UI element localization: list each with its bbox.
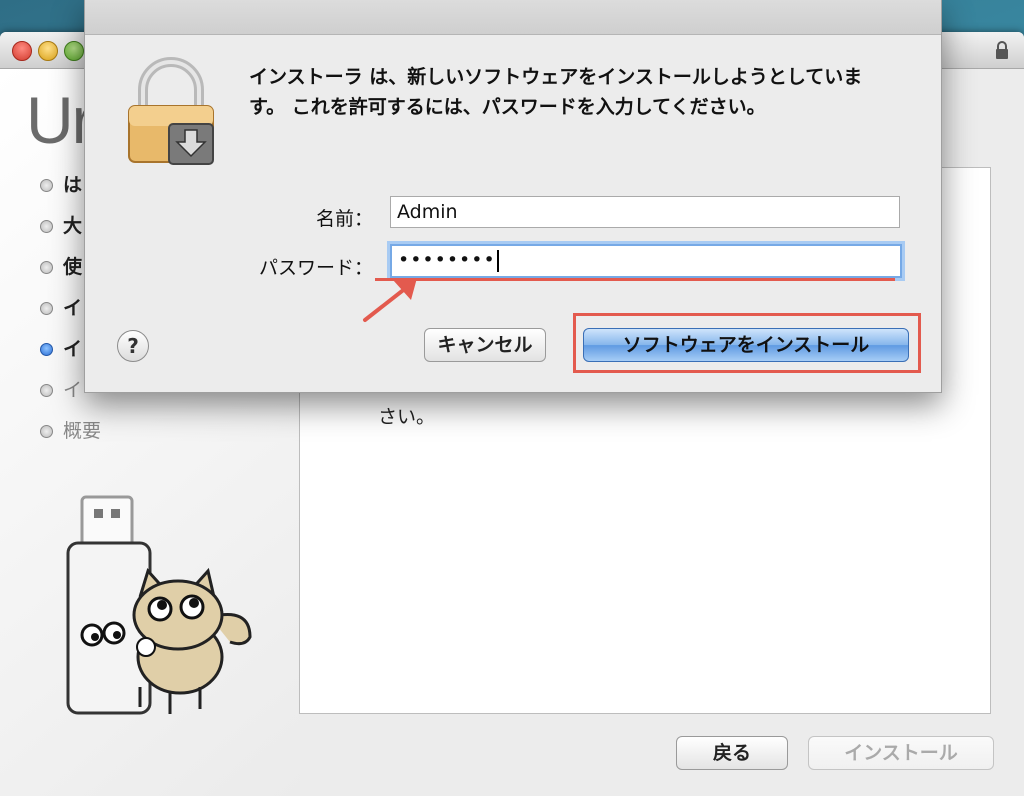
padlock-installer-icon	[128, 57, 214, 165]
sidebar-step-7: 概要	[40, 416, 101, 443]
step-label: イ	[63, 297, 83, 319]
step-label: 大	[63, 215, 83, 237]
step-indicator-icon	[40, 384, 53, 397]
name-label: 名前：	[315, 208, 373, 230]
step-indicator-icon	[40, 220, 53, 233]
step-label: イ	[63, 338, 83, 360]
usb-cat-illustration	[66, 495, 252, 715]
sidebar-step-3: 使	[40, 252, 82, 279]
content-text: さい。	[378, 406, 436, 428]
name-field[interactable]: Admin	[390, 196, 900, 228]
dialog-topbar	[85, 0, 941, 35]
close-window-button[interactable]	[12, 41, 32, 61]
annotation-arrow-icon	[363, 278, 417, 322]
password-label: パスワード：	[258, 257, 373, 279]
minimize-window-button[interactable]	[38, 41, 58, 61]
back-button[interactable]: 戻る	[676, 736, 788, 770]
install-button[interactable]: インストール	[808, 736, 994, 770]
lock-icon	[996, 41, 1008, 59]
annotation-underline	[375, 278, 895, 281]
password-field[interactable]: ••••••••	[390, 244, 902, 278]
step-indicator-icon	[40, 261, 53, 274]
annotation-highlight-box	[573, 313, 921, 373]
sidebar-step-2: 大	[40, 211, 82, 238]
step-indicator-icon	[40, 302, 53, 315]
installer-heading: Ur	[26, 83, 94, 157]
zoom-window-button[interactable]	[64, 41, 84, 61]
text-caret	[496, 249, 499, 272]
sidebar-step-1: は	[40, 170, 82, 197]
sidebar-step-6: イ	[40, 375, 82, 402]
cancel-button[interactable]: キャンセル	[424, 328, 546, 362]
step-label: は	[63, 174, 83, 196]
step-label: イ	[63, 379, 83, 401]
step-label: 概要	[63, 420, 102, 442]
sidebar-step-5: イ	[40, 334, 82, 361]
help-button[interactable]: ?	[117, 330, 149, 362]
step-indicator-icon	[40, 179, 53, 192]
step-current-icon	[40, 343, 53, 356]
dialog-message: インストーラ は、新しいソフトウェアをインストールしようとしています。 これを許…	[249, 66, 863, 118]
sidebar-step-4: イ	[40, 293, 82, 320]
step-label: 使	[63, 256, 83, 278]
password-masked-value: ••••••••	[398, 249, 496, 271]
step-indicator-icon	[40, 425, 53, 438]
